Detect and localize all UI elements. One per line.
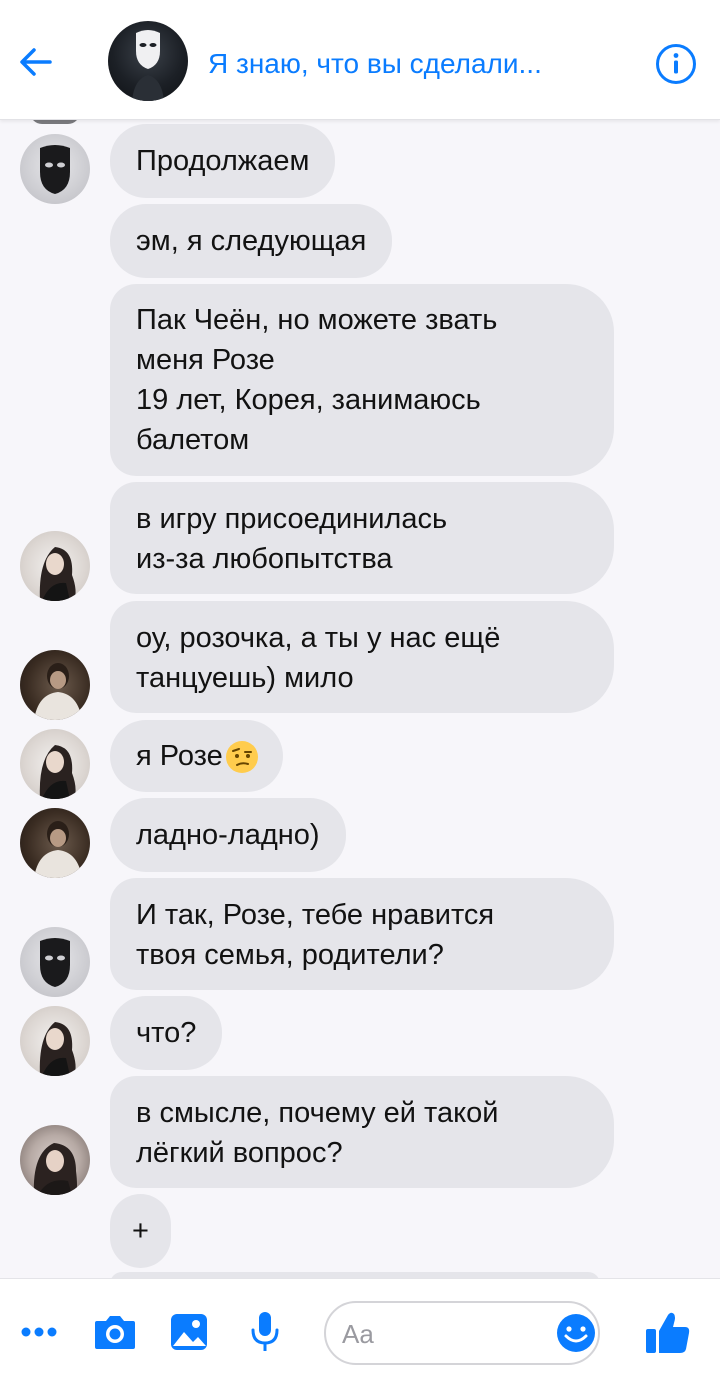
message-text: в игру присоединилась из-за любопытства: [136, 503, 448, 575]
message-bubble[interactable]: что?: [110, 996, 223, 1070]
message-bubble[interactable]: ладно-ладно): [110, 798, 346, 872]
message-list[interactable]: Продолжаем эм, я следующая Пак Чеён, но …: [0, 0, 720, 1278]
info-icon: [656, 44, 696, 84]
avatar-rose[interactable]: [20, 1006, 90, 1076]
message-input[interactable]: [342, 1313, 542, 1355]
message-text: что?: [136, 1017, 197, 1049]
message-text: +: [132, 1215, 149, 1247]
avatar-mask[interactable]: [20, 927, 90, 997]
image-button[interactable]: [164, 1307, 214, 1357]
message-bubble[interactable]: в игру присоединилась из-за любопытства: [110, 482, 614, 594]
avatar-taehyung[interactable]: [20, 808, 90, 878]
message-text: в смысле, почему ей такой лёгкий вопрос?: [136, 1097, 499, 1169]
message-bubble[interactable]: в смысле, почему ей такой лёгкий вопрос?: [110, 1076, 614, 1188]
emoji-button[interactable]: [554, 1311, 598, 1355]
camera-button[interactable]: [90, 1307, 140, 1357]
face-with-raised-eyebrow-emoji: [225, 741, 258, 774]
message-text: оу, розочка, а ты у нас ещё танцуешь) ми…: [136, 622, 501, 694]
composer-bar: [0, 1278, 720, 1396]
camera-icon: [95, 1316, 135, 1349]
message-text: Пак Чеён, но можете звать меня Розе 19 л…: [136, 304, 498, 456]
arrow-left-icon: [20, 48, 52, 76]
message-bubble[interactable]: Продолжаем: [110, 124, 336, 198]
message-text: эм, я следующая: [136, 225, 367, 257]
message-text: я Розе: [136, 740, 223, 772]
message-bubble[interactable]: +: [110, 1194, 171, 1268]
microphone-icon: [251, 1312, 279, 1351]
message-input-box[interactable]: [324, 1301, 600, 1365]
group-avatar[interactable]: [108, 21, 188, 101]
message-text: ладно-ладно): [136, 819, 320, 851]
emoji-icon: [557, 1314, 595, 1352]
message-bubble[interactable]: Пак Чеён, но можете звать меня Розе 19 л…: [110, 284, 614, 476]
message-bubble[interactable]: оу, розочка, а ты у нас ещё танцуешь) ми…: [110, 601, 614, 713]
conversation-header: Я знаю, что вы сделали...: [0, 0, 720, 120]
more-button[interactable]: [14, 1307, 64, 1357]
message-text: И так, Розе, тебе нравится твоя семья, р…: [136, 899, 495, 971]
back-button[interactable]: [14, 40, 58, 84]
avatar-jennie[interactable]: [20, 1125, 90, 1195]
message-text: Продолжаем: [136, 145, 310, 177]
conversation-title[interactable]: Я знаю, что вы сделали...: [208, 44, 628, 84]
message-bubble[interactable]: И так, Розе, тебе нравится твоя семья, р…: [110, 878, 614, 990]
microphone-button[interactable]: [240, 1307, 290, 1357]
like-button[interactable]: [640, 1305, 696, 1361]
info-button[interactable]: [654, 42, 698, 86]
avatar-rose[interactable]: [20, 729, 90, 799]
message-bubble[interactable]: эм, я следующая: [110, 204, 393, 278]
more-icon: [21, 1327, 57, 1337]
thumbs-up-icon: [646, 1312, 690, 1353]
avatar-rose[interactable]: [20, 531, 90, 601]
avatar-taehyung[interactable]: [20, 650, 90, 720]
image-icon: [171, 1314, 207, 1350]
message-bubble[interactable]: я Розе: [110, 720, 283, 792]
avatar-mask[interactable]: [20, 134, 90, 204]
